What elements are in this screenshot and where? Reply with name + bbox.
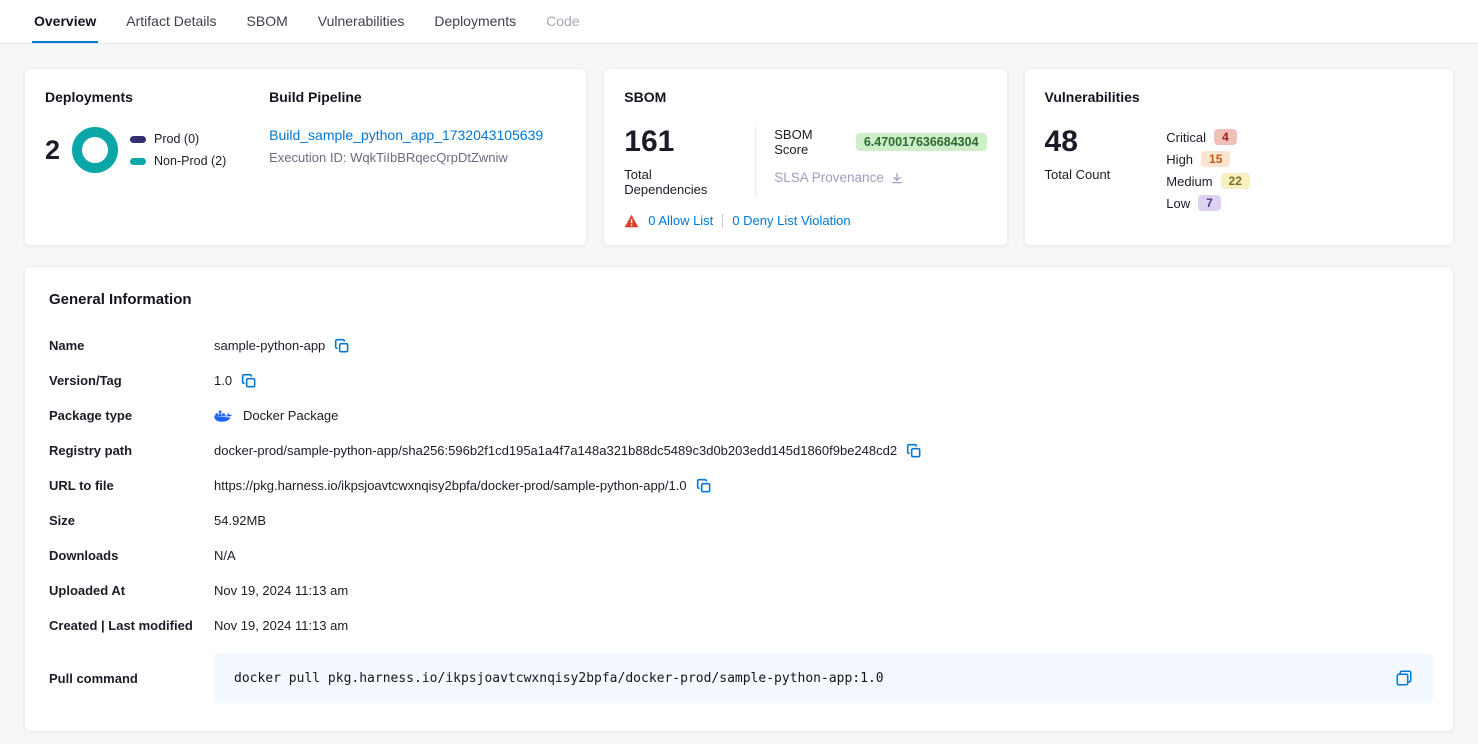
severity-row-medium: Medium 22 xyxy=(1166,173,1250,189)
info-label: Name xyxy=(49,338,214,353)
info-row-created-modified: Created | Last modified Nov 19, 2024 11:… xyxy=(49,608,1433,643)
severity-count-badge: 4 xyxy=(1214,129,1237,145)
severity-label: High xyxy=(1166,152,1193,167)
version-value: 1.0 xyxy=(214,373,232,388)
severity-row-low: Low 7 xyxy=(1166,195,1250,211)
downloads-value: N/A xyxy=(214,548,236,563)
deployments-legend: Prod (0) Non-Prod (2) xyxy=(130,132,226,168)
download-icon xyxy=(890,171,904,185)
prod-swatch-icon xyxy=(130,136,146,143)
info-value: sample-python-app xyxy=(214,338,350,354)
info-row-url: URL to file https://pkg.harness.io/ikpsj… xyxy=(49,468,1433,503)
info-value: https://pkg.harness.io/ikpsjoavtcwxnqisy… xyxy=(214,478,712,494)
deployments-total: 2 xyxy=(45,135,60,166)
tab-artifact-details[interactable]: Artifact Details xyxy=(124,0,218,43)
info-row-size: Size 54.92MB xyxy=(49,503,1433,538)
sbom-card-title: SBOM xyxy=(624,89,986,105)
divider xyxy=(722,214,723,228)
severity-count-badge: 15 xyxy=(1201,151,1230,167)
tab-sbom[interactable]: SBOM xyxy=(245,0,290,43)
sbom-total: 161 xyxy=(624,127,737,157)
sbom-score-label: SBOM Score xyxy=(774,127,848,157)
sbom-card: SBOM 161 Total Dependencies SBOM Score 6… xyxy=(603,68,1007,246)
allow-list-link[interactable]: 0 Allow List xyxy=(648,213,713,228)
execution-id: Execution ID: WqkTiIbBRqecQrpDtZwniw xyxy=(269,150,566,165)
deployments-donut-chart xyxy=(72,127,118,173)
general-information-card: General Information Name sample-python-a… xyxy=(24,266,1454,732)
severity-count-badge: 7 xyxy=(1198,195,1221,211)
general-information-title: General Information xyxy=(49,291,1433,308)
info-label: Package type xyxy=(49,408,214,423)
severity-list: Critical 4 High 15 Medium 22 Low 7 xyxy=(1166,127,1250,211)
pull-command-row: Pull command docker pull pkg.harness.io/… xyxy=(49,653,1433,703)
severity-count-badge: 22 xyxy=(1221,173,1250,189)
info-row-name: Name sample-python-app xyxy=(49,328,1433,363)
legend-label: Prod (0) xyxy=(154,132,199,146)
legend-item-prod: Prod (0) xyxy=(130,132,226,146)
copy-icon[interactable] xyxy=(334,338,350,354)
created-modified-value: Nov 19, 2024 11:13 am xyxy=(214,618,348,633)
pull-command-block: docker pull pkg.harness.io/ikpsjoavtcwxn… xyxy=(214,653,1433,703)
copy-icon[interactable] xyxy=(696,478,712,494)
severity-row-critical: Critical 4 xyxy=(1166,129,1250,145)
vulnerabilities-total: 48 xyxy=(1045,127,1111,157)
info-label: URL to file xyxy=(49,478,214,493)
sbom-total-label: Total Dependencies xyxy=(624,167,737,197)
info-label: Created | Last modified xyxy=(49,618,214,633)
copy-icon[interactable] xyxy=(906,443,922,459)
info-row-package-type: Package type Docker Package xyxy=(49,398,1433,433)
info-label: Size xyxy=(49,513,214,528)
info-row-uploaded-at: Uploaded At Nov 19, 2024 11:13 am xyxy=(49,573,1433,608)
deployments-card-title: Deployments xyxy=(45,89,269,105)
info-row-registry-path: Registry path docker-prod/sample-python-… xyxy=(49,433,1433,468)
slsa-provenance-label: SLSA Provenance xyxy=(774,170,884,185)
info-label: Version/Tag xyxy=(49,373,214,388)
severity-label: Medium xyxy=(1166,174,1212,189)
warning-icon xyxy=(624,214,639,228)
info-value: Docker Package xyxy=(214,408,338,423)
severity-label: Low xyxy=(1166,196,1190,211)
info-value: 1.0 xyxy=(214,373,257,389)
sbom-score-badge: 6.470017636684304 xyxy=(856,133,987,151)
deny-list-link[interactable]: 0 Deny List Violation xyxy=(732,213,850,228)
tab-bar: Overview Artifact Details SBOM Vulnerabi… xyxy=(0,0,1478,44)
build-pipeline-title: Build Pipeline xyxy=(269,89,566,105)
summary-cards-row: Deployments 2 Prod (0) Non-Prod (2) Buil… xyxy=(0,44,1478,266)
tab-code: Code xyxy=(544,0,581,43)
info-row-version: Version/Tag 1.0 xyxy=(49,363,1433,398)
vulnerabilities-card: Vulnerabilities 48 Total Count Critical … xyxy=(1024,68,1454,246)
tab-deployments[interactable]: Deployments xyxy=(432,0,518,43)
info-label: Downloads xyxy=(49,548,214,563)
size-value: 54.92MB xyxy=(214,513,266,528)
registry-path-value: docker-prod/sample-python-app/sha256:596… xyxy=(214,443,897,458)
tab-vulnerabilities[interactable]: Vulnerabilities xyxy=(316,0,407,43)
pipeline-link[interactable]: Build_sample_python_app_1732043105639 xyxy=(269,127,543,143)
copy-icon[interactable] xyxy=(241,373,257,389)
nonprod-swatch-icon xyxy=(130,158,146,165)
info-label: Uploaded At xyxy=(49,583,214,598)
deployments-card: Deployments 2 Prod (0) Non-Prod (2) Buil… xyxy=(24,68,587,246)
vulnerabilities-card-title: Vulnerabilities xyxy=(1045,89,1433,105)
url-value: https://pkg.harness.io/ikpsjoavtcwxnqisy… xyxy=(214,478,687,493)
name-value: sample-python-app xyxy=(214,338,325,353)
package-type-value: Docker Package xyxy=(243,408,338,423)
severity-label: Critical xyxy=(1166,130,1206,145)
copy-icon[interactable] xyxy=(1395,669,1413,687)
pull-command-label: Pull command xyxy=(49,671,214,686)
uploaded-at-value: Nov 19, 2024 11:13 am xyxy=(214,583,348,598)
info-row-downloads: Downloads N/A xyxy=(49,538,1433,573)
info-value: docker-prod/sample-python-app/sha256:596… xyxy=(214,443,922,459)
tab-overview[interactable]: Overview xyxy=(32,0,98,43)
docker-icon xyxy=(214,409,232,423)
pull-command-text: docker pull pkg.harness.io/ikpsjoavtcwxn… xyxy=(234,671,884,686)
slsa-provenance-link[interactable]: SLSA Provenance xyxy=(774,170,986,185)
vulnerabilities-total-label: Total Count xyxy=(1045,167,1111,182)
legend-label: Non-Prod (2) xyxy=(154,154,226,168)
legend-item-nonprod: Non-Prod (2) xyxy=(130,154,226,168)
severity-row-high: High 15 xyxy=(1166,151,1250,167)
info-label: Registry path xyxy=(49,443,214,458)
